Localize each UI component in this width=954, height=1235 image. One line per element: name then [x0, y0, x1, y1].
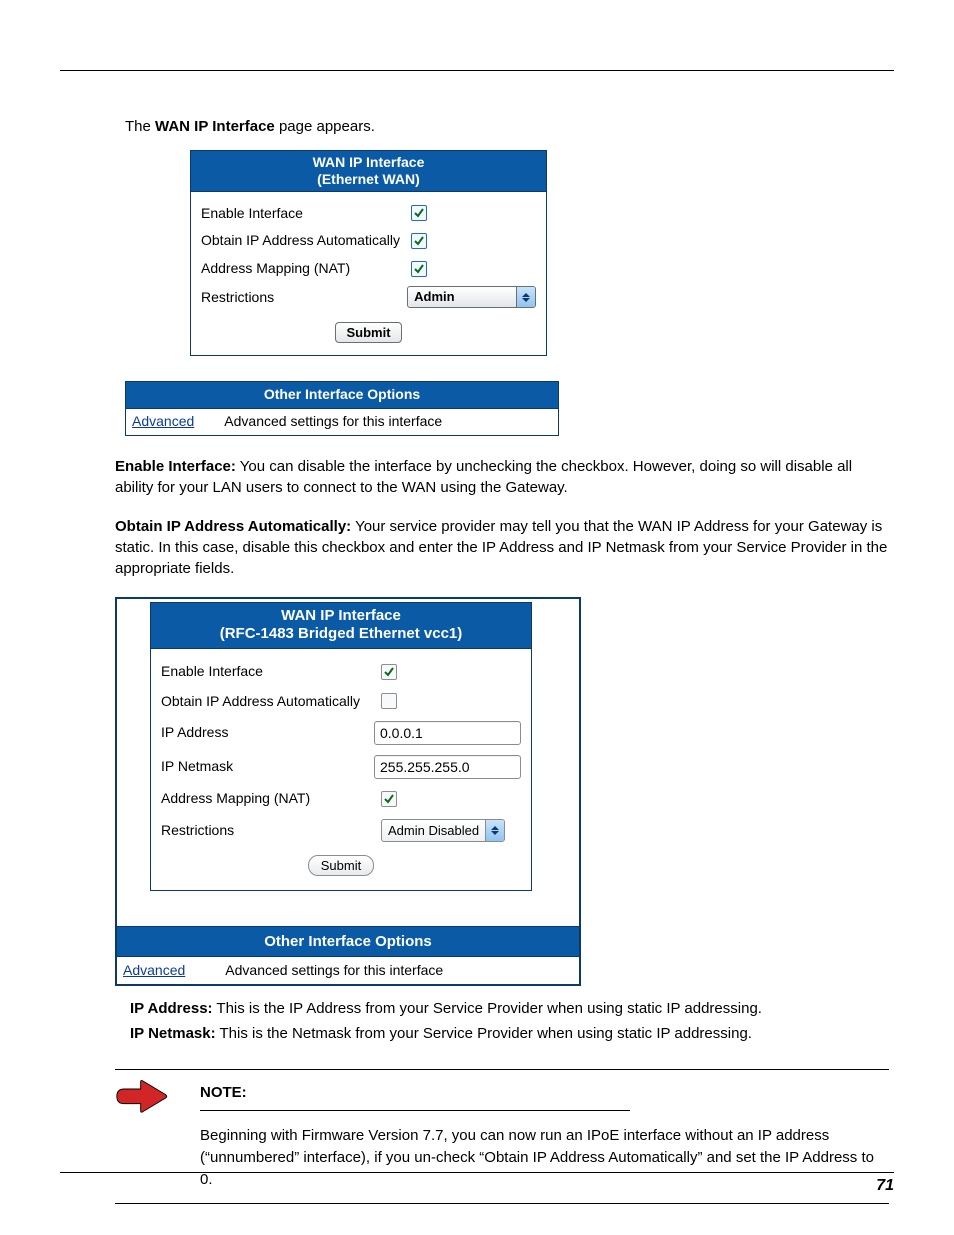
enable-interface-label-bold: Enable Interface:	[115, 458, 236, 475]
dropdown-arrows-icon	[485, 820, 504, 841]
panel1-title-line1: WAN IP Interface	[313, 154, 425, 170]
submit-button-2[interactable]: Submit	[308, 855, 374, 876]
panel1-header: WAN IP Interface (Ethernet WAN)	[191, 151, 546, 192]
panel1-title-line2: (Ethernet WAN)	[317, 171, 420, 187]
ip-address-desc: IP Address: This is the IP Address from …	[130, 998, 889, 1019]
restrictions-select-2[interactable]: Admin Disabled	[381, 819, 505, 842]
ip-address-desc-text: This is the IP Address from your Service…	[213, 1000, 762, 1017]
panel2-header: WAN IP Interface (RFC-1483 Bridged Ether…	[151, 603, 531, 650]
intro-prefix: The	[125, 118, 155, 135]
page-number: 71	[876, 1177, 894, 1195]
ip-netmask-desc: IP Netmask: This is the Netmask from you…	[130, 1023, 889, 1044]
wan-ip-interface-panel-ethernet: WAN IP Interface (Ethernet WAN) Enable I…	[190, 150, 547, 356]
advanced-link-2[interactable]: Advanced	[123, 961, 185, 981]
nat-label-2: Address Mapping (NAT)	[161, 789, 381, 809]
ip-netmask-input[interactable]	[374, 755, 521, 779]
enable-interface-checkbox-2[interactable]	[381, 664, 397, 680]
check-icon	[413, 235, 425, 247]
obtain-ip-label-2: Obtain IP Address Automatically	[161, 692, 381, 712]
note-title: NOTE:	[200, 1082, 889, 1103]
wan-ip-interface-panel-rfc1483: WAN IP Interface (RFC-1483 Bridged Ether…	[115, 597, 581, 987]
ip-address-desc-label: IP Address:	[130, 1000, 213, 1017]
ip-netmask-desc-text: This is the Netmask from your Service Pr…	[216, 1025, 752, 1042]
other2-header: Other Interface Options	[117, 926, 579, 957]
intro-suffix: page appears.	[275, 118, 375, 135]
other-interface-options-1: Other Interface Options Advanced Advance…	[125, 381, 559, 435]
intro-text: The WAN IP Interface page appears.	[125, 116, 889, 137]
ip-address-label: IP Address	[161, 723, 374, 743]
pointer-icon	[115, 1078, 170, 1121]
restrictions-select[interactable]: Admin Disabled	[407, 286, 536, 308]
other1-desc: Advanced settings for this interface	[224, 412, 442, 432]
enable-interface-label: Enable Interface	[201, 204, 411, 224]
enable-interface-paragraph: Enable Interface: You can disable the in…	[115, 456, 889, 498]
nat-checkbox-2[interactable]	[381, 791, 397, 807]
restrictions-label-2: Restrictions	[161, 821, 381, 841]
ip-netmask-desc-label: IP Netmask:	[130, 1025, 216, 1042]
submit-button[interactable]: Submit	[335, 322, 401, 343]
nat-label: Address Mapping (NAT)	[201, 259, 411, 279]
enable-interface-label-2: Enable Interface	[161, 662, 381, 682]
restrictions-value: Admin Disabled	[408, 287, 516, 307]
note-block: NOTE: Beginning with Firmware Version 7.…	[115, 1069, 889, 1203]
advanced-link-1[interactable]: Advanced	[132, 412, 194, 432]
check-icon	[383, 666, 395, 678]
panel2-title-line1: WAN IP Interface	[281, 607, 401, 624]
ip-address-input[interactable]	[374, 721, 521, 745]
obtain-ip-checkbox[interactable]	[411, 233, 427, 249]
dropdown-arrows-icon	[516, 287, 535, 307]
enable-interface-checkbox[interactable]	[411, 205, 427, 221]
check-icon	[413, 263, 425, 275]
obtain-ip-checkbox-2[interactable]	[381, 693, 397, 709]
obtain-ip-label: Obtain IP Address Automatically	[201, 231, 411, 251]
check-icon	[383, 793, 395, 805]
other1-header: Other Interface Options	[126, 382, 558, 409]
intro-bold: WAN IP Interface	[155, 118, 275, 135]
panel2-title-line2: (RFC-1483 Bridged Ethernet vcc1)	[220, 625, 463, 642]
obtain-ip-label-bold: Obtain IP Address Automatically:	[115, 518, 351, 535]
restrictions-label: Restrictions	[201, 288, 407, 308]
restrictions-value-2: Admin Disabled	[382, 820, 485, 841]
nat-checkbox[interactable]	[411, 261, 427, 277]
note-body: Beginning with Firmware Version 7.7, you…	[200, 1125, 889, 1190]
other2-desc: Advanced settings for this interface	[225, 961, 443, 981]
ip-netmask-label: IP Netmask	[161, 757, 374, 777]
obtain-ip-paragraph: Obtain IP Address Automatically: Your se…	[115, 516, 889, 579]
check-icon	[413, 207, 425, 219]
